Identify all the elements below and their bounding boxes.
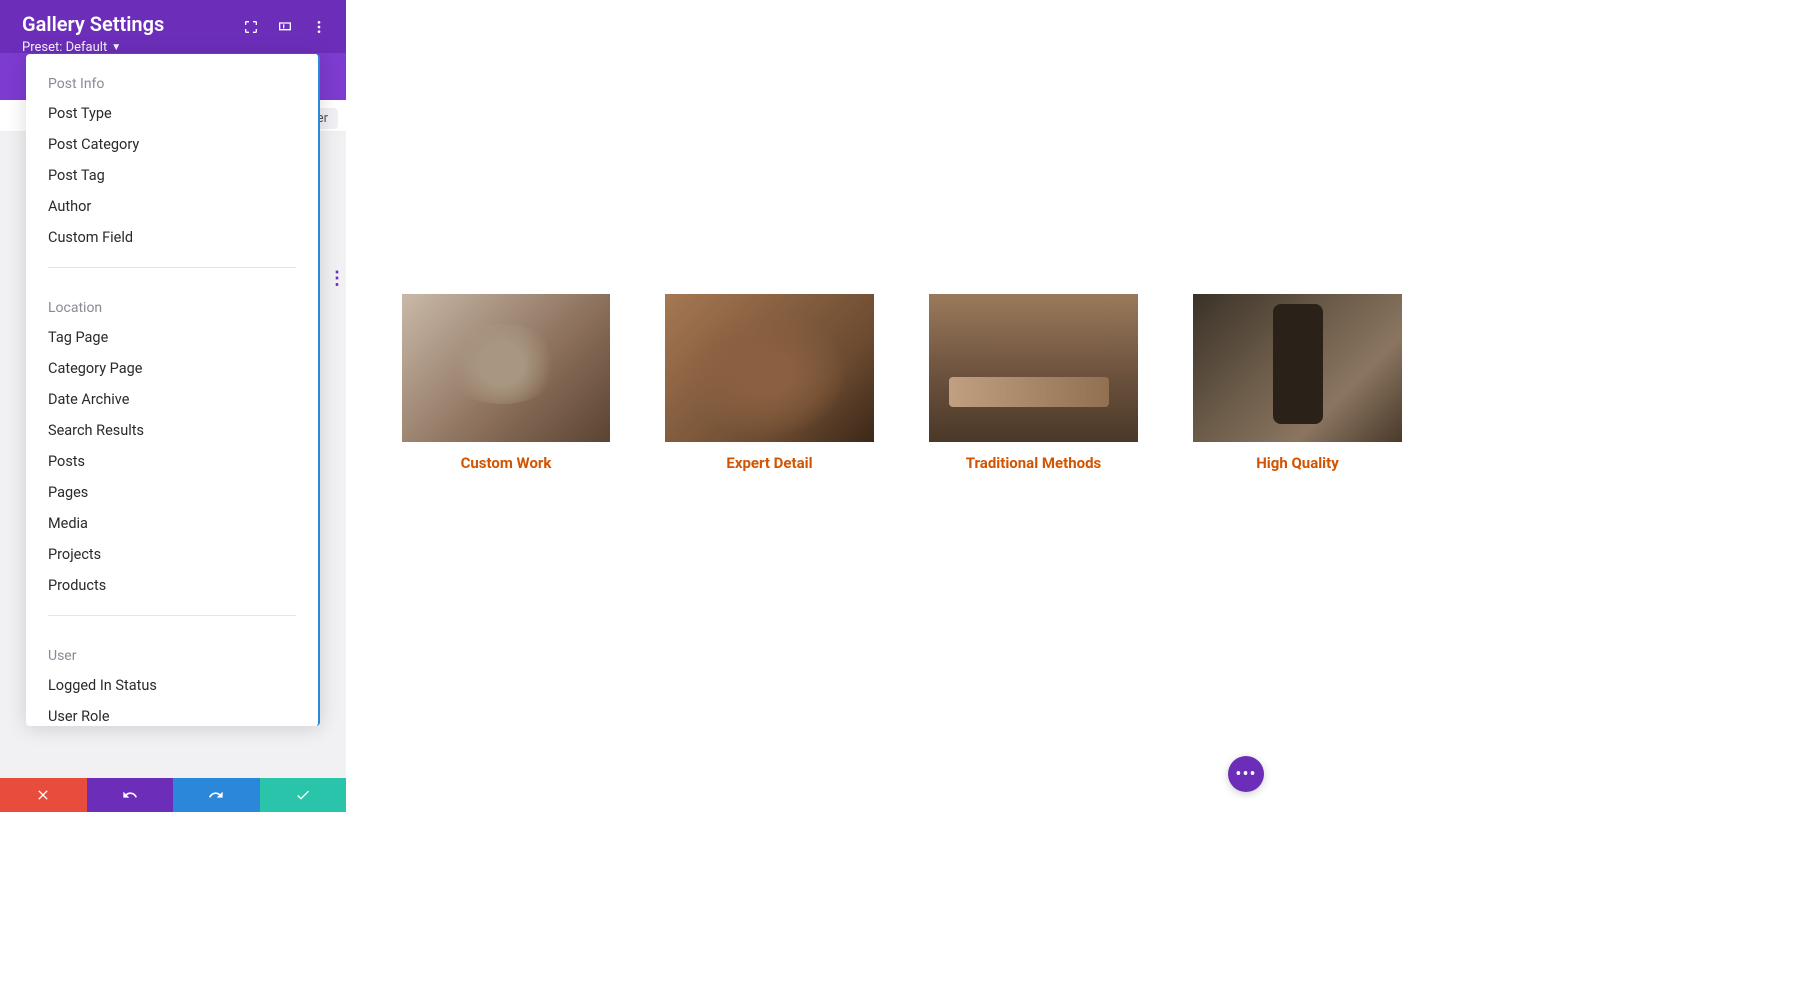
- dropdown-item-pages[interactable]: Pages: [26, 477, 318, 508]
- page-settings-fab[interactable]: •••: [1228, 756, 1264, 792]
- dropdown-item-post-tag[interactable]: Post Tag: [26, 160, 318, 191]
- preset-selector[interactable]: Preset: Default ▼: [22, 40, 164, 55]
- dropdown-item-author[interactable]: Author: [26, 191, 318, 222]
- gallery-image: [929, 294, 1138, 442]
- gallery-item[interactable]: Expert Detail: [665, 294, 874, 472]
- gallery-caption: High Quality: [1256, 454, 1339, 472]
- gallery-image: [665, 294, 874, 442]
- close-icon: [35, 787, 51, 803]
- redo-button[interactable]: [173, 778, 260, 812]
- undo-icon: [122, 787, 138, 803]
- module-title: Gallery Settings: [22, 12, 164, 36]
- gallery-caption: Expert Detail: [726, 454, 812, 472]
- header-icons: [242, 18, 328, 36]
- dropdown-item-products[interactable]: Products: [26, 570, 318, 601]
- responsive-icon[interactable]: [276, 18, 294, 36]
- dropdown-item-projects[interactable]: Projects: [26, 539, 318, 570]
- cancel-button[interactable]: [0, 778, 87, 812]
- kebab-menu-icon[interactable]: [310, 18, 328, 36]
- dropdown-item-custom-field[interactable]: Custom Field: [26, 222, 318, 253]
- check-icon: [295, 787, 311, 803]
- ellipsis-icon: •••: [1235, 764, 1256, 785]
- sidebar-header: Gallery Settings Preset: Default ▼: [0, 0, 346, 53]
- dropdown-item-logged-in-status[interactable]: Logged In Status: [26, 670, 318, 701]
- gallery-module: Custom Work Expert Detail Traditional Me…: [402, 294, 1740, 472]
- dropdown-divider: [48, 267, 296, 268]
- condition-dropdown: Post Info Post Type Post Category Post T…: [26, 54, 320, 726]
- dropdown-item-posts[interactable]: Posts: [26, 446, 318, 477]
- redo-icon: [208, 787, 224, 803]
- dropdown-item-user-role[interactable]: User Role: [26, 701, 318, 726]
- panel-kebab-icon[interactable]: ⋮: [328, 268, 346, 289]
- header-left: Gallery Settings Preset: Default ▼: [22, 12, 164, 55]
- dropdown-section-user: User: [26, 630, 318, 670]
- gallery-item[interactable]: Custom Work: [402, 294, 610, 472]
- dropdown-divider: [48, 615, 296, 616]
- gallery-item[interactable]: High Quality: [1193, 294, 1402, 472]
- dropdown-item-tag-page[interactable]: Tag Page: [26, 322, 318, 353]
- gallery-item[interactable]: Traditional Methods: [929, 294, 1138, 472]
- dropdown-item-search-results[interactable]: Search Results: [26, 415, 318, 446]
- dropdown-item-category-page[interactable]: Category Page: [26, 353, 318, 384]
- dropdown-item-post-category[interactable]: Post Category: [26, 129, 318, 160]
- dropdown-section-location: Location: [26, 282, 318, 322]
- gallery-image: [1193, 294, 1402, 442]
- undo-button[interactable]: [87, 778, 174, 812]
- footer-bar: [0, 778, 346, 812]
- dropdown-item-media[interactable]: Media: [26, 508, 318, 539]
- gallery-caption: Traditional Methods: [966, 454, 1101, 472]
- save-button[interactable]: [260, 778, 347, 812]
- main-canvas: Custom Work Expert Detail Traditional Me…: [346, 0, 1800, 1006]
- dropdown-section-post-info: Post Info: [26, 54, 318, 98]
- preset-label: Preset: Default: [22, 40, 107, 55]
- dropdown-item-post-type[interactable]: Post Type: [26, 98, 318, 129]
- focus-icon[interactable]: [242, 18, 260, 36]
- dropdown-item-date-archive[interactable]: Date Archive: [26, 384, 318, 415]
- gallery-caption: Custom Work: [461, 454, 552, 472]
- gallery-image: [402, 294, 610, 442]
- chevron-down-icon: ▼: [111, 42, 121, 53]
